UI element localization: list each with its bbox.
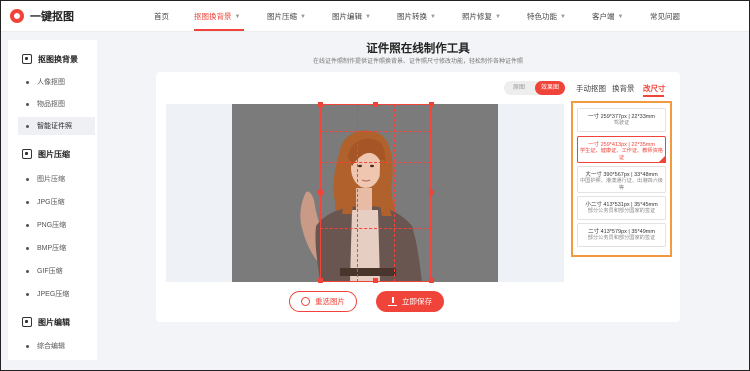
crop-handle[interactable] — [429, 102, 434, 107]
crop-guide — [320, 131, 431, 132]
save-button[interactable]: 立即保存 — [376, 291, 444, 312]
nav-item-features[interactable]: 特色功能 ▼ — [527, 11, 566, 22]
logo[interactable]: 一键抠图 — [10, 8, 74, 24]
toggle-original[interactable]: 原图 — [504, 81, 534, 95]
nav-item-edit[interactable]: 图片编辑 ▼ — [332, 11, 371, 22]
crop-guide — [320, 228, 431, 229]
sidebar-item-gif[interactable]: GIF压缩 — [8, 265, 97, 277]
size-option[interactable]: 一寸 259*377px | 22*33mm 驾驶证 — [577, 108, 666, 132]
chevron-down-icon: ▼ — [234, 14, 241, 20]
sidebar-item-portrait[interactable]: 人像抠图 — [8, 76, 97, 88]
sidebar-group-compress[interactable]: 图片压缩 — [8, 147, 97, 161]
sidebar-item-object[interactable]: 物品抠图 — [8, 98, 97, 110]
crop-handle[interactable] — [429, 278, 434, 283]
nav-item-cutout[interactable]: 抠图换背景 ▼ — [194, 11, 240, 22]
page-title: 证件照在线制作工具 — [366, 43, 470, 55]
nav-item-faq[interactable]: 常见问题 — [650, 11, 680, 22]
chevron-down-icon: ▼ — [617, 14, 624, 20]
chevron-down-icon: ▼ — [560, 14, 566, 20]
chevron-down-icon: ▼ — [300, 14, 306, 20]
nav-item-repair[interactable]: 照片修复 ▼ — [462, 11, 501, 22]
nav-item-home[interactable]: 首页 — [154, 11, 169, 22]
crop-handle[interactable] — [373, 102, 378, 107]
logo-icon — [10, 9, 24, 23]
sidebar-item-jpeg[interactable]: JPEG压缩 — [8, 288, 97, 300]
view-toggle[interactable]: 原图 效果图 — [504, 81, 565, 95]
sidebar-item-bmp[interactable]: BMP压缩 — [8, 242, 97, 254]
page-subtitle: 在线证件照制作提供证件照换背景、证件照尺寸修改功能，轻松制作各种证件照 — [312, 59, 523, 65]
tab-manual-cutout[interactable]: 手动抠图 — [576, 83, 606, 94]
size-option[interactable]: 小二寸 413*531px | 35*45mm 部分公务员和部分国家的签证 — [577, 196, 666, 220]
chevron-down-icon: ▼ — [365, 14, 371, 20]
sidebar-item-image-compress[interactable]: 图片压缩 — [8, 173, 97, 185]
size-option[interactable]: 二寸 413*579px | 35*49mm 部分公务员和部分国家的签证 — [577, 223, 666, 247]
nav-active-indicator — [194, 29, 244, 31]
sidebar-item-id-photo[interactable]: 智能证件照 — [18, 117, 95, 135]
tab-active-indicator — [643, 95, 664, 97]
crop-handle[interactable] — [429, 190, 434, 195]
sidebar-item-png[interactable]: PNG压缩 — [8, 219, 97, 231]
top-navbar: 一键抠图 首页 抠图换背景 ▼ 图片压缩 ▼ 图片编辑 ▼ 图片转换 ▼ 照片修复 ▼ 特… — [0, 0, 750, 32]
chevron-down-icon: ▼ — [495, 14, 501, 20]
download-icon — [388, 297, 397, 306]
sidebar: 抠图换背景 人像抠图 物品抠图 智能证件照 图片压缩 图片压缩 JPG压缩 PN… — [8, 40, 97, 360]
nav-item-client[interactable]: 客户端 ▼ — [592, 11, 623, 22]
chevron-down-icon: ▼ — [430, 14, 436, 20]
tab-resize[interactable]: 改尺寸 — [643, 83, 666, 94]
crop-handle[interactable] — [318, 278, 323, 283]
app-title: 一键抠图 — [30, 11, 74, 23]
crop-handle[interactable] — [318, 190, 323, 195]
sidebar-item-general-edit[interactable]: 综合编辑 — [8, 340, 97, 352]
sidebar-group-cutout[interactable]: 抠图换背景 — [8, 52, 97, 66]
edit-icon — [22, 317, 32, 327]
crop-handle[interactable] — [373, 278, 378, 283]
compress-icon — [22, 149, 32, 159]
toggle-result[interactable]: 效果图 — [535, 81, 565, 95]
check-icon — [658, 155, 666, 163]
reselect-image-button[interactable]: 重选图片 — [289, 291, 357, 312]
sidebar-group-edit[interactable]: 图片编辑 — [8, 315, 97, 329]
nav-item-convert[interactable]: 图片转换 ▼ — [397, 11, 436, 22]
crop-guide — [320, 162, 431, 163]
cutout-icon — [22, 54, 32, 64]
size-option-selected[interactable]: 一寸 259*413px | 22*35mm 学生证、健康证、工作证、教师资格证 — [577, 136, 666, 163]
refresh-icon — [301, 297, 310, 306]
nav-item-compress[interactable]: 图片压缩 ▼ — [267, 11, 306, 22]
tab-change-background[interactable]: 换背景 — [612, 83, 635, 94]
crop-handle[interactable] — [318, 102, 323, 107]
sidebar-item-jpg[interactable]: JPG压缩 — [8, 196, 97, 208]
size-option[interactable]: 大一寸 390*567px | 33*48mm 中国护照、港澳通行证、出港四六级… — [577, 166, 666, 193]
